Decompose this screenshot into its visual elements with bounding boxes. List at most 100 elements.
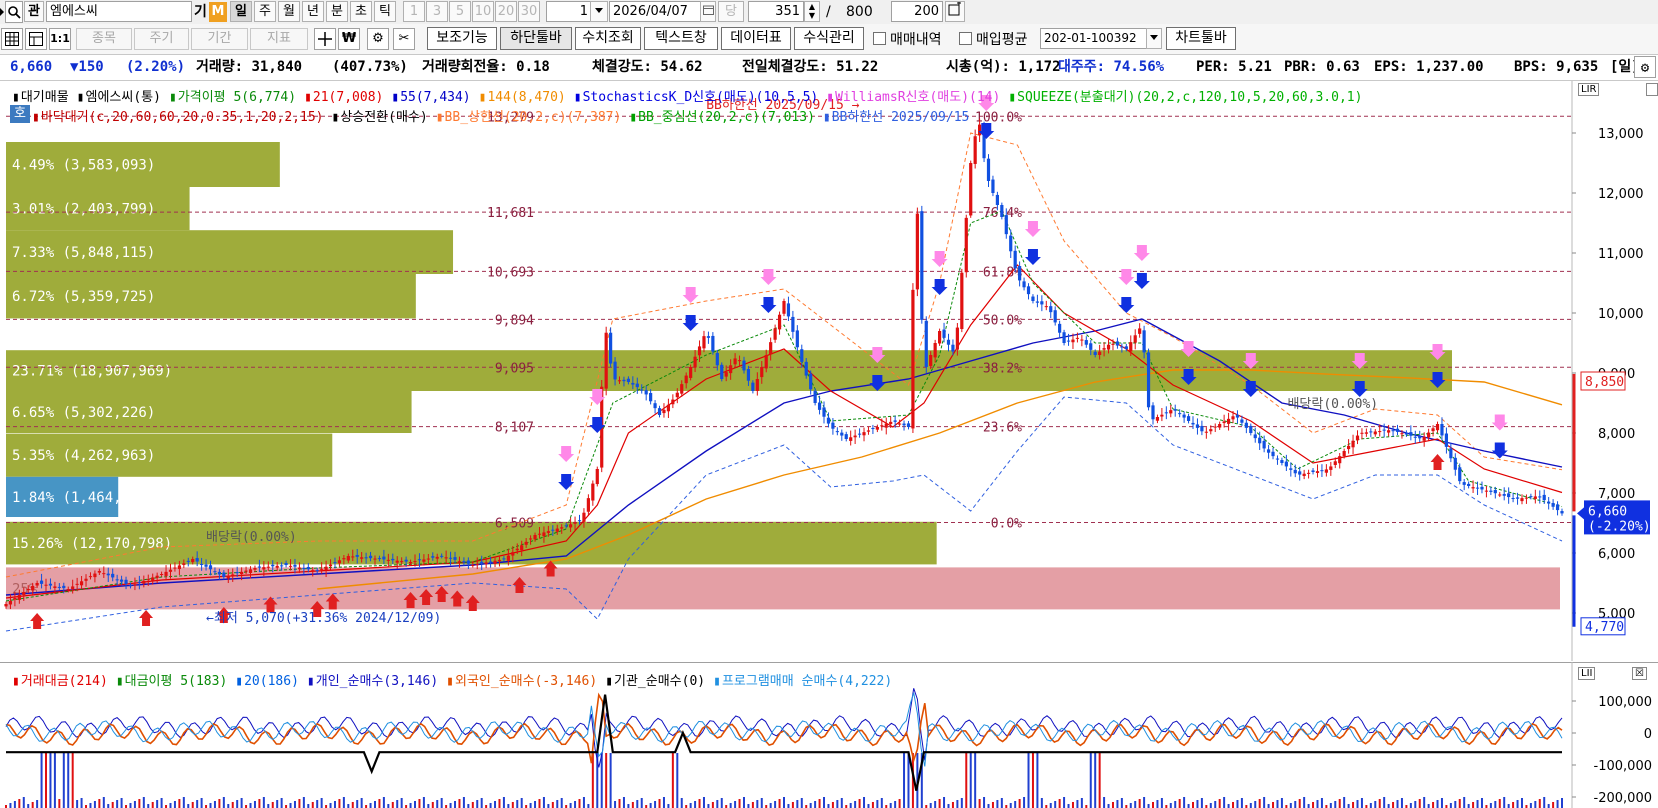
panel-resize-icon[interactable]: LIR	[1578, 83, 1600, 96]
legend-item-3[interactable]: 21(7,008)	[313, 90, 383, 105]
candle-body	[128, 585, 133, 587]
legend-item2-4[interactable]: BB하한선 2025/09/15	[832, 110, 970, 125]
legend-item-1[interactable]: 엠에스씨(통)	[86, 90, 161, 105]
interval-1[interactable]: 1	[403, 1, 425, 22]
volume-profile-label: 6.72% (5,359,725)	[12, 289, 155, 305]
one-to-one-icon[interactable]: 1:1	[49, 28, 71, 50]
price-chart[interactable]: 4.49% (3,583,093) 3.01% (2,403,799) 7.33% …	[0, 81, 1658, 661]
collapse-arrow-icon[interactable]	[0, 2, 4, 22]
legend-item-2[interactable]: 가격이평 5(6,774)	[178, 90, 296, 105]
toolbar-button-5[interactable]: 수식관리	[794, 27, 864, 50]
candle-body	[1209, 429, 1213, 432]
period-1[interactable]: 주	[254, 1, 276, 22]
candle-body	[1538, 496, 1542, 498]
toolbar-button-1[interactable]: 하단툴바	[500, 27, 572, 50]
legend-badge[interactable]: 호	[10, 105, 30, 123]
panel-maximize-icon[interactable]	[1646, 83, 1658, 96]
sub-legend-item-3[interactable]: 개인_순매수(3,146)	[316, 674, 438, 689]
candle-body	[1347, 445, 1351, 450]
gray-button-1[interactable]: 주기	[134, 28, 189, 50]
volume-bar	[431, 802, 434, 808]
zoom-apply-icon[interactable]	[945, 1, 965, 22]
toolbar-button-2[interactable]: 수치조회	[575, 27, 641, 50]
legend-item-0[interactable]: 대기매물	[21, 90, 69, 105]
info-settings-icon[interactable]: ⚙	[1634, 56, 1656, 78]
period-4[interactable]: 분	[326, 1, 348, 22]
fib-pct-label: 50.0%	[983, 313, 1022, 328]
flag-gi[interactable]: 기	[194, 2, 208, 22]
gear-icon[interactable]: ⚙	[367, 28, 389, 50]
search-icon[interactable]	[5, 1, 23, 23]
candle-body	[271, 564, 275, 567]
sub-legend-item-1[interactable]: 대금이평 5(183)	[125, 674, 228, 689]
legend-item-7[interactable]: WilliamsR신호(매도)(14)	[835, 90, 1000, 105]
legend-item-6[interactable]: StochasticsK_D신호(매도)(10,5,5)	[583, 90, 819, 105]
sub-legend-item-5[interactable]: 기관_순매수(0)	[614, 674, 705, 689]
legend-item2-0[interactable]: 바닥대기(c,20,60,60,20,0.35,1,20,2,15)	[41, 110, 324, 125]
gray-button-0[interactable]: 종목	[76, 28, 132, 50]
gray-button-2[interactable]: 기간	[191, 28, 248, 50]
move-icon[interactable]	[314, 28, 336, 50]
candle-body	[791, 316, 795, 332]
gray-button-3[interactable]: 지표	[250, 28, 308, 50]
account-dropdown-icon[interactable]	[1146, 28, 1162, 49]
volume-bar	[1200, 798, 1203, 808]
legend-item2-3[interactable]: BB_중심선(20,2,c)(7,013)	[638, 110, 815, 125]
period-2[interactable]: 월	[278, 1, 300, 22]
period-6[interactable]: 틱	[374, 1, 396, 22]
volume-bar	[1538, 799, 1541, 808]
sub-legend-item-4[interactable]: 외국인_순매수(-3,146)	[455, 674, 597, 689]
current-price: 6,660	[10, 59, 53, 75]
candle-body	[746, 368, 751, 381]
sub-y-tick-label: -200,000	[1594, 791, 1652, 806]
sub-legend-item-6[interactable]: 프로그램매매 순매수(4,222)	[722, 674, 892, 689]
avg-checkbox-label: 매입평균	[976, 32, 1028, 48]
zoom-input[interactable]: 200	[891, 1, 943, 22]
sub-legend-item-2[interactable]: 20(186)	[244, 674, 299, 689]
grid-icon[interactable]	[1, 28, 23, 50]
toolbar-button-3[interactable]: 텍스트창	[644, 27, 718, 50]
stock-tab-button[interactable]: 관	[24, 1, 44, 22]
legend-item2-1[interactable]: 상승전환(매수)	[340, 110, 427, 125]
interval-20[interactable]: 20	[495, 1, 517, 22]
chart-toolbar-button[interactable]: 차트툴바	[1166, 27, 1236, 50]
interval-input[interactable]: 1	[546, 1, 592, 22]
candle-body	[1253, 434, 1257, 439]
scissors-icon[interactable]: ✂	[393, 28, 415, 50]
legend-item-5[interactable]: 144(8,470)	[487, 90, 565, 105]
period-3[interactable]: 년	[302, 1, 324, 22]
interval-3[interactable]: 3	[426, 1, 448, 22]
toolbar-button-0[interactable]: 보조기능	[427, 27, 497, 50]
count-stepper[interactable]: ▲ ▼	[804, 1, 820, 22]
sub-panel-resize-icon[interactable]: LII	[1578, 667, 1596, 680]
toolbar-button-4[interactable]: 데이터표	[721, 27, 791, 50]
account-select[interactable]: 202-01-100392	[1040, 28, 1148, 49]
legend-item-8[interactable]: SQUEEZE(분출대기)(20,2,c,120,10,5,20,60,3.0,…	[1017, 90, 1362, 105]
volume-bar	[618, 799, 621, 808]
interval-10[interactable]: 10	[472, 1, 494, 22]
interval-5[interactable]: 5	[449, 1, 471, 22]
trades-checkbox[interactable]	[873, 32, 886, 45]
currency-icon[interactable]: ₩	[338, 28, 360, 50]
count-input[interactable]: 351	[748, 1, 804, 22]
sub-panel-close-icon[interactable]: ☒	[1632, 667, 1647, 680]
volume-bar	[98, 799, 101, 808]
avg-checkbox[interactable]	[959, 32, 972, 45]
date-input[interactable]: 2026/04/07	[609, 1, 701, 22]
candle-body	[662, 409, 666, 414]
period-5[interactable]: 초	[350, 1, 372, 22]
sub-legend-item-0[interactable]: 거래대금(214)	[21, 674, 108, 689]
volume-bar	[783, 797, 785, 808]
layout-icon[interactable]	[25, 28, 47, 50]
stock-name-input[interactable]: 엠에스씨	[46, 1, 192, 22]
period-0[interactable]: 일	[230, 1, 252, 22]
interval-30[interactable]: 30	[518, 1, 540, 22]
interval-dropdown-icon[interactable]	[590, 1, 608, 22]
volume-bar	[1369, 803, 1372, 808]
calendar-icon[interactable]	[700, 1, 716, 22]
major-holder: 대주주: 74.56%	[1058, 59, 1165, 75]
legend-item-4[interactable]: 55(7,434)	[400, 90, 470, 105]
legend-item2-2[interactable]: BB_상한선(20,2,c)(7,387)	[445, 110, 622, 125]
today-button[interactable]: 당	[718, 1, 744, 22]
flag-m[interactable]: M	[209, 2, 227, 22]
